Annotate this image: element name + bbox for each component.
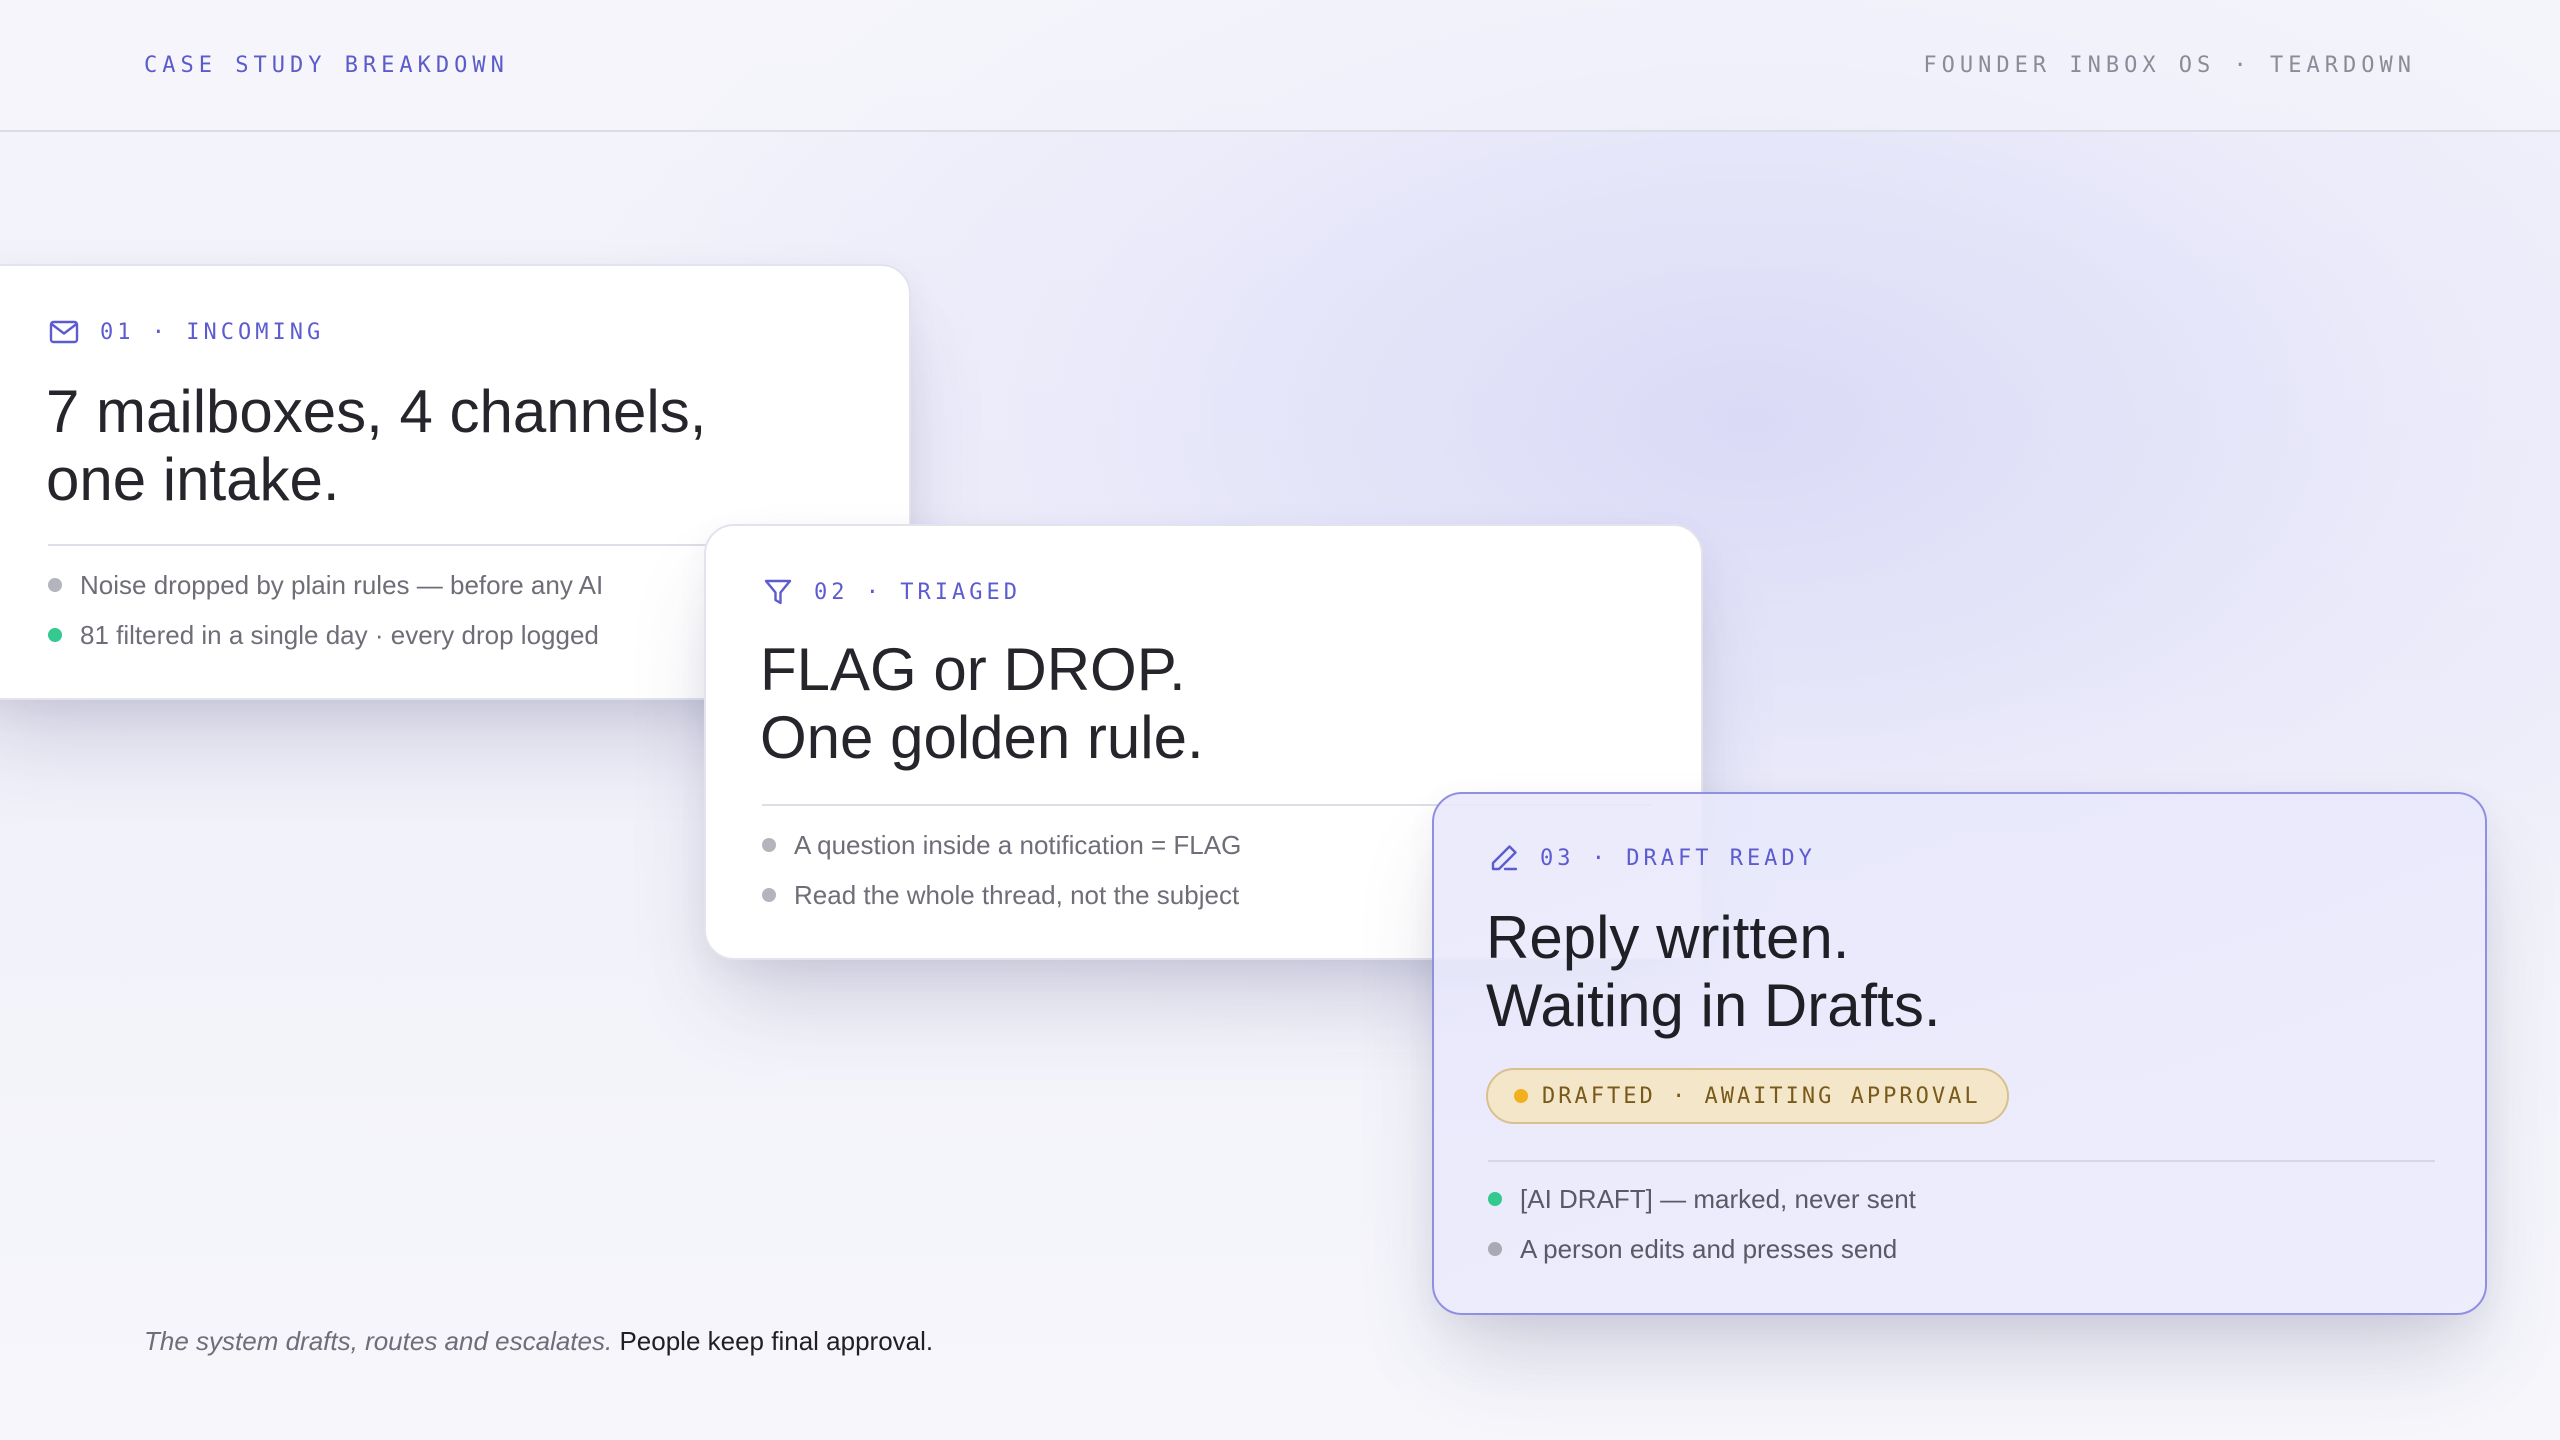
title-line: Reply written. xyxy=(1486,904,1850,971)
bullet-text: [AI DRAFT] — marked, never sent xyxy=(1520,1183,1916,1214)
product-label: FOUNDER INBOX OS · TEARDOWN xyxy=(1923,53,2416,78)
bullet-dot xyxy=(762,838,776,852)
list-item: A question inside a notification = FLAG xyxy=(762,820,1241,870)
section-label: CASE STUDY BREAKDOWN xyxy=(144,53,509,78)
card-header: 02 · TRIAGED xyxy=(762,576,1021,608)
status-dot xyxy=(1514,1089,1528,1103)
list-item: A person edits and presses send xyxy=(1488,1224,1916,1274)
list-item: [AI DRAFT] — marked, never sent xyxy=(1488,1174,1916,1224)
status-text: DRAFTED · AWAITING APPROVAL xyxy=(1542,1083,1981,1109)
card-title: FLAG or DROP. One golden rule. xyxy=(760,636,1204,772)
caption-muted: The system drafts, routes and escalates. xyxy=(144,1326,613,1356)
bullet-dot xyxy=(48,578,62,592)
list-item: 81 filtered in a single day · every drop… xyxy=(48,610,603,660)
bullet-list: A question inside a notification = FLAG … xyxy=(762,820,1241,920)
bullet-text: Noise dropped by plain rules — before an… xyxy=(80,569,604,600)
card-title: Reply written. Waiting in Drafts. xyxy=(1486,904,1941,1040)
bullet-list: Noise dropped by plain rules — before an… xyxy=(48,560,603,660)
top-bar: CASE STUDY BREAKDOWN FOUNDER INBOX OS · … xyxy=(0,0,2560,132)
step-label: 02 · TRIAGED xyxy=(814,579,1021,605)
card-draft-ready: 03 · DRAFT READY Reply written. Waiting … xyxy=(1432,792,2487,1315)
bullet-dot xyxy=(762,888,776,902)
card-header: 03 · DRAFT READY xyxy=(1488,842,1816,874)
bullet-text: A question inside a notification = FLAG xyxy=(794,829,1242,860)
bullet-text: 81 filtered in a single day · every drop… xyxy=(80,619,599,650)
list-item: Noise dropped by plain rules — before an… xyxy=(48,560,603,610)
title-line: 7 mailboxes, 4 channels, xyxy=(46,378,707,445)
caption-strong: People keep final approval. xyxy=(619,1326,934,1356)
title-line: one intake. xyxy=(46,446,340,513)
footer-caption: The system drafts, routes and escalates.… xyxy=(144,1326,933,1357)
bullet-dot xyxy=(48,628,62,642)
title-line: FLAG or DROP. xyxy=(760,636,1186,703)
bullet-dot xyxy=(1488,1192,1502,1206)
status-badge: DRAFTED · AWAITING APPROVAL xyxy=(1486,1068,2009,1124)
card-title: 7 mailboxes, 4 channels, one intake. xyxy=(46,378,706,514)
card-header: 01 · INCOMING xyxy=(48,316,324,348)
bullet-text: A person edits and presses send xyxy=(1520,1233,1898,1264)
title-line: One golden rule. xyxy=(760,704,1204,771)
step-label: 03 · DRAFT READY xyxy=(1540,845,1816,871)
bullet-dot xyxy=(1488,1242,1502,1256)
bullet-text: Read the whole thread, not the subject xyxy=(794,879,1240,910)
divider xyxy=(1488,1160,2435,1162)
step-label: 01 · INCOMING xyxy=(100,319,325,345)
mail-icon xyxy=(48,316,80,348)
title-line: Waiting in Drafts. xyxy=(1486,972,1941,1039)
pencil-icon xyxy=(1488,842,1520,874)
filter-icon xyxy=(762,576,794,608)
list-item: Read the whole thread, not the subject xyxy=(762,870,1241,920)
bullet-list: [AI DRAFT] — marked, never sent A person… xyxy=(1488,1174,1916,1274)
